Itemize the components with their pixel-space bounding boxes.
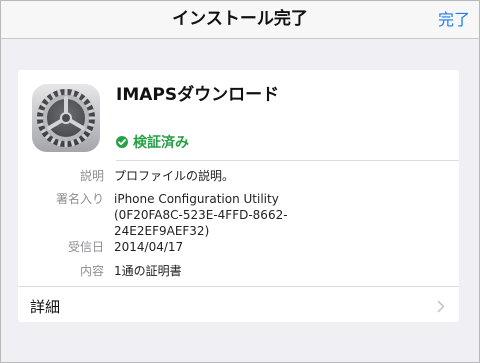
info-key-signed-by: 署名入り xyxy=(55,192,104,206)
details-label: 詳細 xyxy=(30,298,61,316)
install-complete-screen: インストール完了 完了 IMAPSダウンロード 検証済み 説明 プロファイルの説… xyxy=(0,0,480,363)
info-value-signed-by: iPhone Configuration Utility (0F20FA8C-5… xyxy=(114,191,288,239)
signed-by-line: (0F20FA8C-523E-4FFD-8662- xyxy=(114,208,288,222)
settings-gear-icon xyxy=(32,84,100,152)
signed-by-line: iPhone Configuration Utility xyxy=(114,192,279,206)
divider xyxy=(116,160,459,161)
info-key-contents: 内容 xyxy=(79,264,104,278)
page-title: インストール完了 xyxy=(172,9,308,29)
verified-status: 検証済み xyxy=(116,133,189,151)
chevron-right-icon xyxy=(437,298,445,317)
info-key-received: 受信日 xyxy=(67,240,104,254)
profile-card: IMAPSダウンロード 検証済み 説明 プロファイルの説明。 署名入り iPho… xyxy=(18,70,459,322)
info-value-received: 2014/04/17 xyxy=(114,240,184,254)
signed-by-line: 24E2EF9AEF32) xyxy=(114,224,210,238)
info-key-description: 説明 xyxy=(79,169,104,183)
details-row[interactable]: 詳細 xyxy=(18,287,459,322)
navigation-bar: インストール完了 完了 xyxy=(1,1,479,39)
profile-name: IMAPSダウンロード xyxy=(116,85,280,105)
checkmark-icon xyxy=(116,136,128,148)
info-value-contents: 1通の証明書 xyxy=(114,264,182,278)
info-value-description: プロファイルの説明。 xyxy=(114,169,235,183)
verified-label: 検証済み xyxy=(133,135,189,151)
done-button[interactable]: 完了 xyxy=(438,1,470,38)
